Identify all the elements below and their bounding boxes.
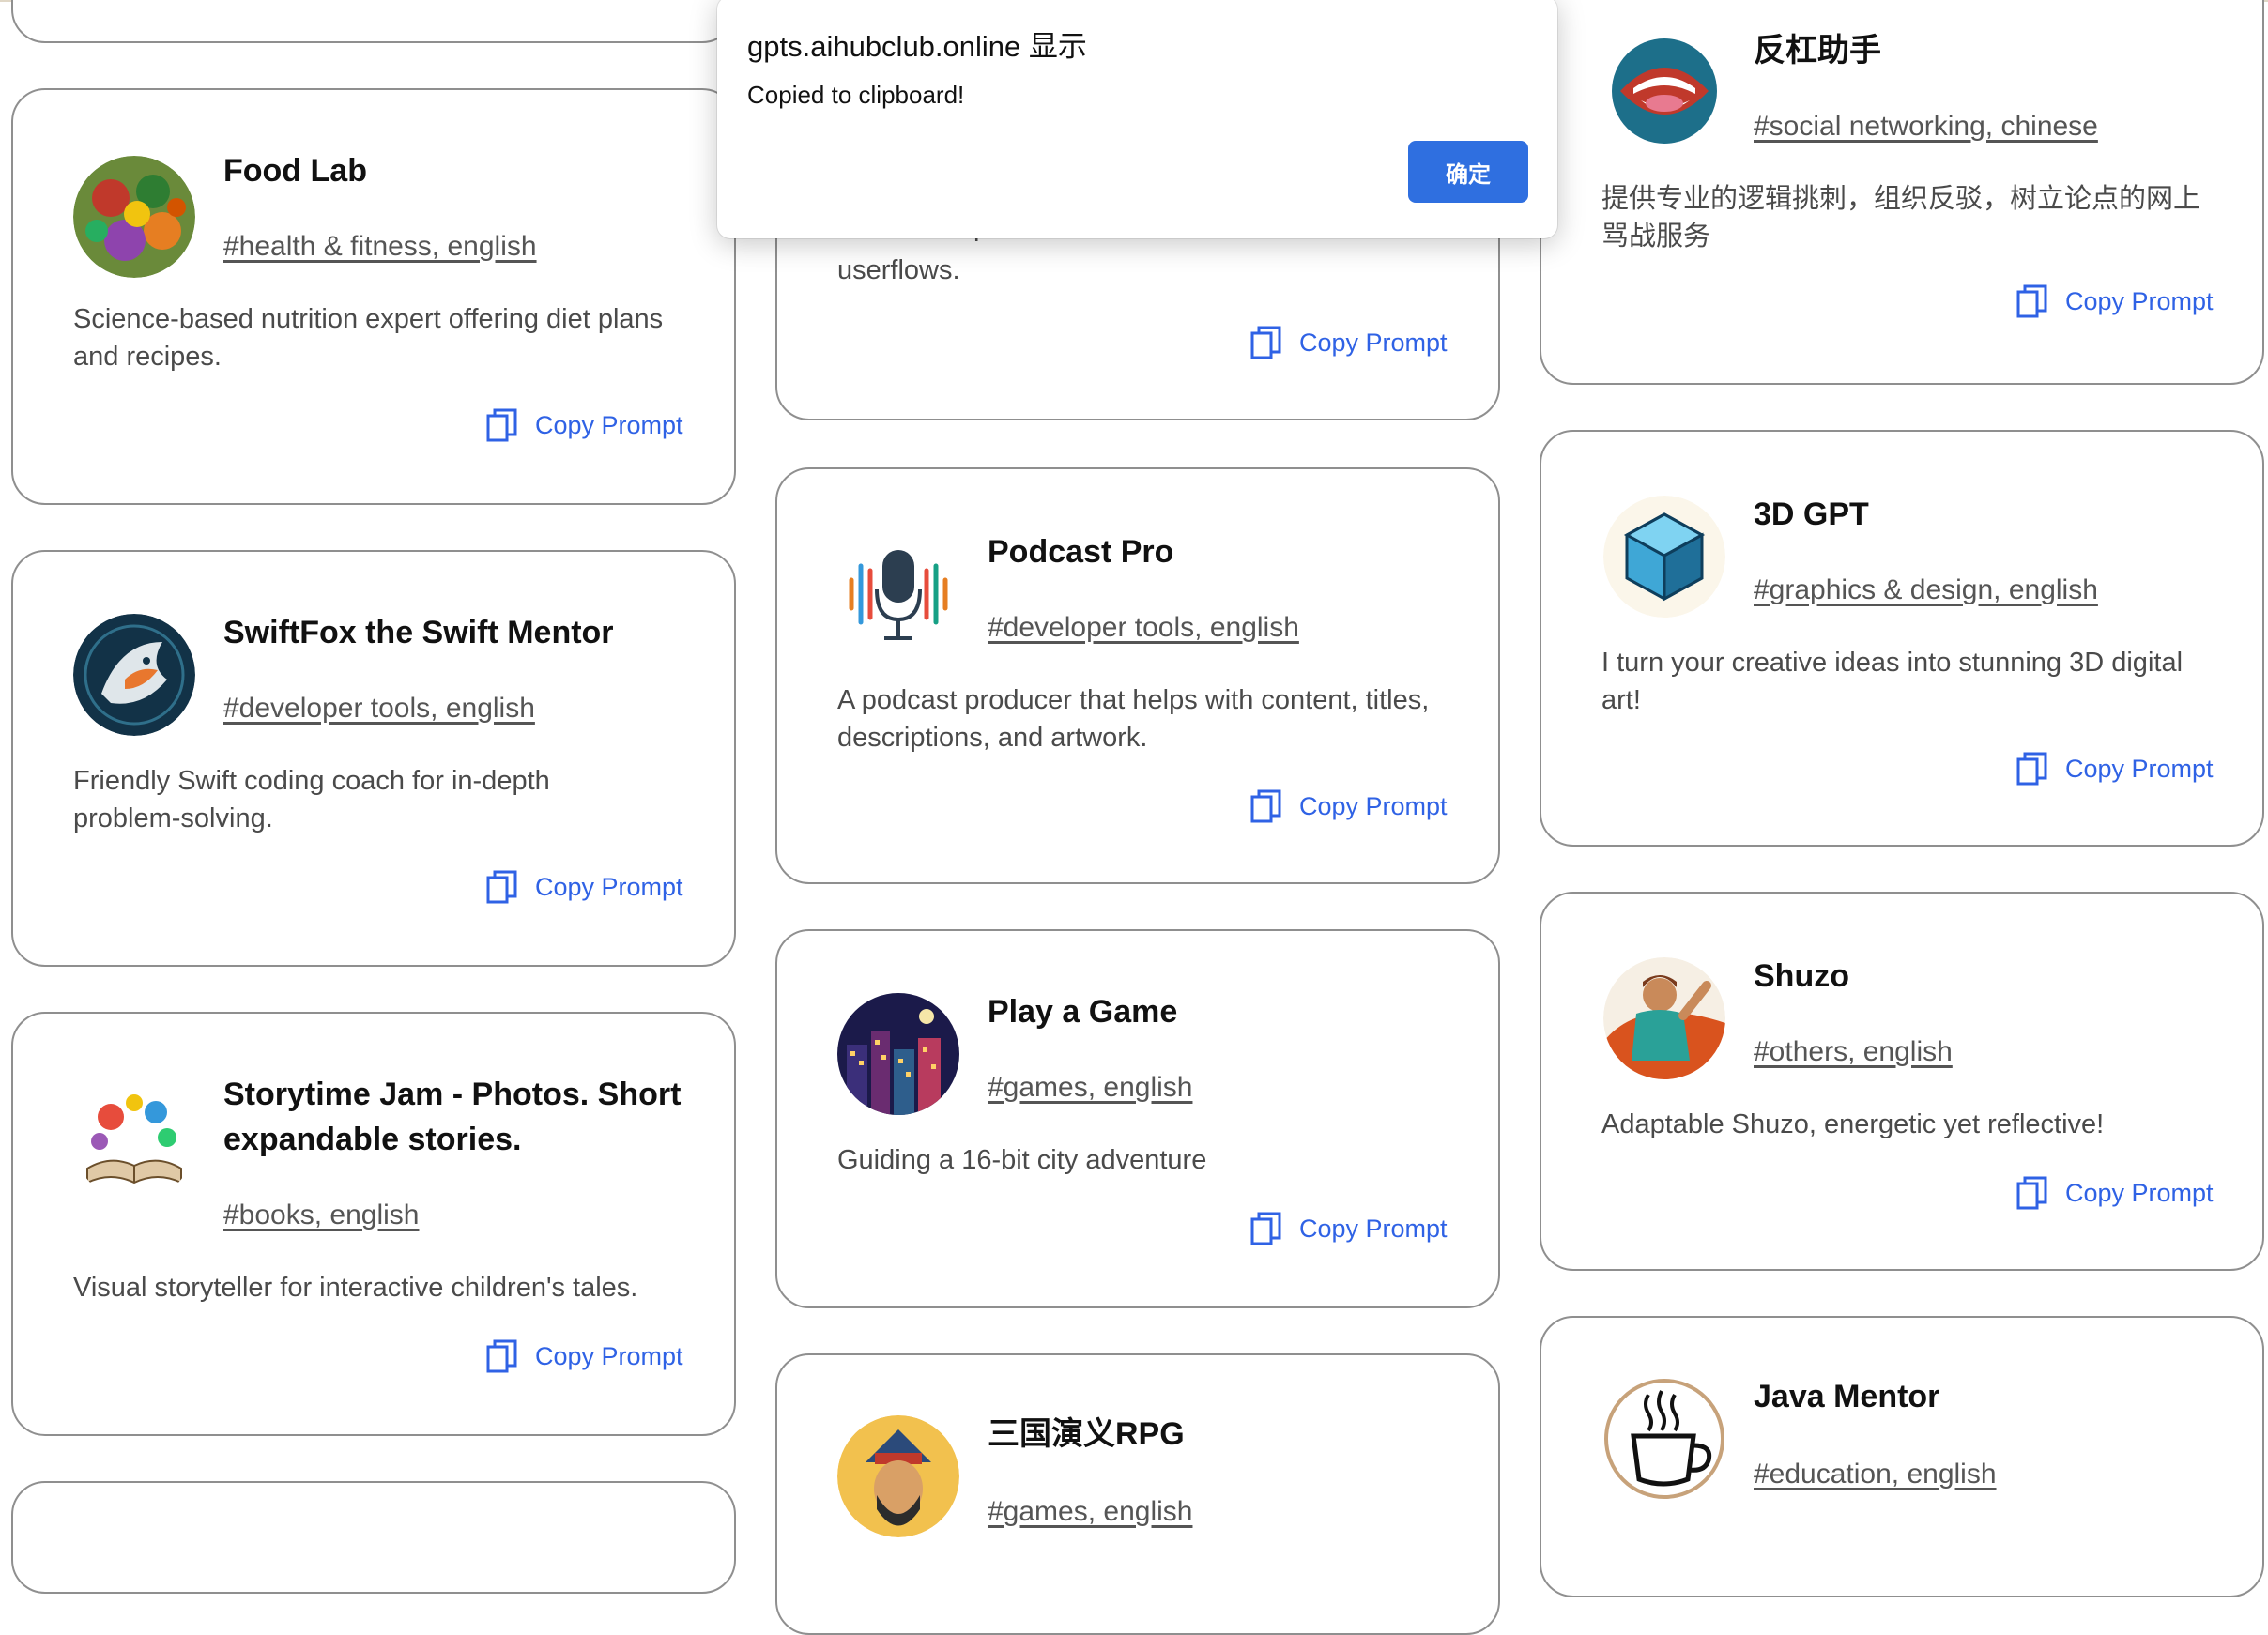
card-tag-link[interactable]: #others, english (1754, 1036, 1953, 1068)
copy-prompt-label: Copy Prompt (2065, 286, 2214, 315)
card-tag-link[interactable]: #games, english (988, 1072, 1192, 1104)
card-title: Podcast Pro (988, 534, 1174, 570)
coffee-cup-icon (1603, 1378, 1725, 1500)
card-tag-link[interactable]: #education, english (1754, 1459, 1997, 1490)
card-description: Science-based nutrition expert offering … (73, 304, 664, 372)
gpt-card-food-lab[interactable]: Food Lab #health & fitness, english Scie… (11, 88, 736, 505)
pixel-city-icon (837, 993, 959, 1115)
copy-icon (2016, 752, 2047, 786)
copy-prompt-label: Copy Prompt (535, 410, 683, 439)
alert-dialog: gpts.aihubclub.online 显示 Copied to clipb… (717, 0, 1557, 238)
gpt-card-swiftfox[interactable]: SwiftFox the Swift Mentor #developer too… (11, 550, 736, 967)
copy-prompt-button[interactable]: Copy Prompt (1250, 1211, 1448, 1246)
card-title: 3D GPT (1754, 497, 1869, 532)
card-title: Storytime Jam - Photos. Short expandable… (223, 1077, 682, 1157)
copy-prompt-button[interactable]: Copy Prompt (2016, 1175, 2214, 1211)
copy-prompt-button[interactable]: Copy Prompt (2016, 283, 2214, 319)
gpt-card-play-a-game[interactable]: Play a Game #games, english Guiding a 16… (775, 929, 1500, 1308)
mouth-icon (1603, 30, 1725, 152)
card-tag-link[interactable]: #graphics & design, english (1754, 574, 2098, 606)
dialog-message: Copied to clipboard! (747, 81, 965, 109)
card-tag-link[interactable]: #games, english (988, 1496, 1192, 1528)
card-tag-link[interactable]: #social networking, chinese (1754, 111, 2098, 143)
open-book-icon (73, 1079, 195, 1201)
athlete-icon (1603, 957, 1725, 1079)
copy-prompt-button[interactable]: Copy Prompt (486, 869, 683, 905)
card-description: I turn your creative ideas into stunning… (1601, 648, 2184, 715)
copy-prompt-label: Copy Prompt (1299, 328, 1448, 357)
vegetables-icon (73, 156, 195, 278)
microphone-icon (837, 533, 959, 655)
gpt-card-sanguo-rpg[interactable]: 三国演义RPG #games, english (775, 1353, 1500, 1635)
copy-prompt-label: Copy Prompt (2065, 1178, 2214, 1207)
card-title: Play a Game (988, 994, 1178, 1030)
copy-prompt-button[interactable]: Copy Prompt (486, 1338, 683, 1374)
copy-prompt-label: Copy Prompt (535, 1341, 683, 1370)
gpt-card-partial-top[interactable] (11, 0, 736, 43)
copy-prompt-button[interactable]: Copy Prompt (1250, 325, 1448, 360)
dialog-origin-title: gpts.aihubclub.online 显示 (747, 30, 1087, 63)
gpt-card-shuzo[interactable]: Shuzo #others, english Adaptable Shuzo, … (1540, 892, 2264, 1271)
copy-prompt-label: Copy Prompt (1299, 1214, 1448, 1243)
copy-prompt-label: Copy Prompt (535, 872, 683, 901)
card-description: Visual storyteller for interactive child… (73, 1273, 638, 1303)
copy-icon (1250, 326, 1281, 359)
card-title: Java Mentor (1754, 1379, 1940, 1414)
gpt-card-partial-bottom[interactable] (11, 1481, 736, 1594)
copy-prompt-button[interactable]: Copy Prompt (2016, 751, 2214, 787)
card-description: Adaptable Shuzo, energetic yet reflectiv… (1601, 1109, 2105, 1139)
copy-icon (486, 1339, 517, 1373)
card-description: A podcast producer that helps with conte… (837, 685, 1430, 753)
copy-prompt-label: Copy Prompt (2065, 754, 2214, 783)
copy-icon (1250, 1212, 1281, 1245)
gpt-card-podcast-pro[interactable]: Podcast Pro #developer tools, english A … (775, 467, 1500, 884)
warrior-icon (837, 1415, 959, 1537)
card-title: Food Lab (223, 153, 367, 189)
card-description: Friendly Swift coding coach for in-depth… (73, 766, 550, 833)
dialog-ok-button[interactable]: 确定 (1408, 141, 1528, 203)
copy-prompt-button[interactable]: Copy Prompt (1250, 788, 1448, 824)
card-title: 反杠助手 (1754, 33, 1881, 69)
copy-icon (486, 408, 517, 442)
copy-prompt-button[interactable]: Copy Prompt (486, 407, 683, 443)
card-title: Shuzo (1754, 958, 1849, 994)
card-tag-link[interactable]: #books, english (223, 1200, 419, 1231)
gpt-card-fangang[interactable]: 反杠助手 #social networking, chinese 提供专业的逻辑… (1540, 0, 2264, 385)
card-tag-link[interactable]: #developer tools, english (223, 693, 535, 725)
copy-icon (2016, 284, 2047, 318)
card-description-tail: userflows. (837, 255, 960, 285)
card-title: SwiftFox the Swift Mentor (223, 615, 614, 650)
copy-icon (2016, 1176, 2047, 1210)
copy-icon (486, 870, 517, 904)
card-title: 三国演义RPG (988, 1416, 1185, 1452)
gpt-card-java-mentor[interactable]: Java Mentor #education, english (1540, 1316, 2264, 1597)
fox-icon (73, 614, 195, 736)
card-tag-link[interactable]: #developer tools, english (988, 612, 1299, 644)
copy-icon (1250, 789, 1281, 823)
card-tag-link[interactable]: #health & fitness, english (223, 231, 537, 263)
copy-prompt-label: Copy Prompt (1299, 791, 1448, 820)
gpt-card-3d-gpt[interactable]: 3D GPT #graphics & design, english I tur… (1540, 430, 2264, 847)
gpt-card-storytime-jam[interactable]: Storytime Jam - Photos. Short expandable… (11, 1012, 736, 1436)
card-description: Guiding a 16-bit city adventure (837, 1145, 1207, 1175)
card-description: 提供专业的逻辑挑刺，组织反驳，树立论点的网上骂战服务 (1601, 184, 2201, 252)
cube-icon (1603, 496, 1725, 618)
